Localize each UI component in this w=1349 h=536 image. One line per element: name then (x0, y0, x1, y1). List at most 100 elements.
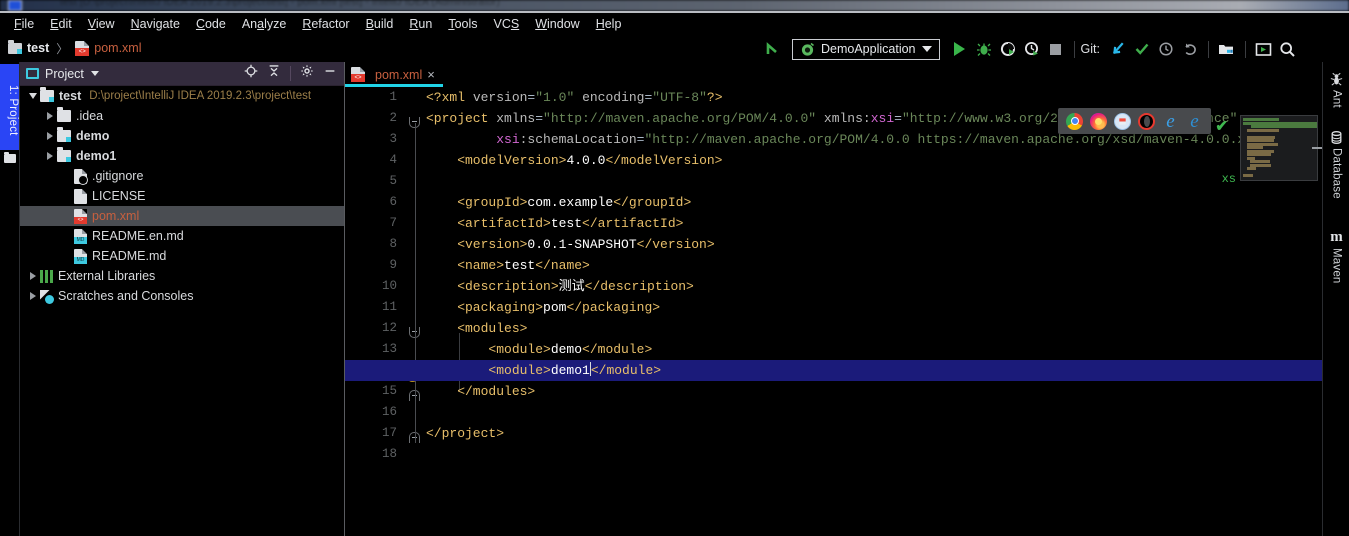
database-icon (1331, 131, 1342, 144)
code-line[interactable]: <packaging>pom</packaging> (426, 297, 660, 318)
editor-tab-pom-xml[interactable]: pom.xml × (345, 62, 443, 87)
internet-explorer-icon[interactable]: e (1162, 112, 1179, 131)
menu-item-view[interactable]: View (80, 16, 123, 32)
tree-item--gitignore[interactable]: .gitignore (20, 166, 345, 186)
menu-item-file[interactable]: File (6, 16, 42, 32)
fold-line (415, 123, 416, 443)
expand-arrow-icon[interactable] (43, 152, 57, 160)
code-line[interactable]: <?xml version="1.0" encoding="UTF-8"?> (426, 87, 723, 108)
collapse-all-icon[interactable] (267, 64, 281, 83)
tree-item-demo1[interactable]: demo1 (20, 146, 345, 166)
undo-arrow-icon (1185, 43, 1196, 55)
menu-item-vcs[interactable]: VCS (486, 16, 528, 32)
code-line[interactable]: <version>0.0.1-SNAPSHOT</version> (426, 234, 714, 255)
menu-item-refactor[interactable]: Refactor (294, 16, 357, 32)
debug-button[interactable] (972, 37, 996, 61)
git-update-button[interactable] (1106, 37, 1130, 61)
code-line[interactable]: <modules> (426, 318, 527, 339)
expand-arrow-icon[interactable] (43, 132, 57, 140)
code-line[interactable]: <module>demo1</module> (345, 360, 1322, 381)
menu-item-run[interactable]: Run (401, 16, 440, 32)
tree-item-test[interactable]: test D:\project\IntelliJ IDEA 2019.2.3\pr… (20, 86, 345, 106)
tree-item-readme-md[interactable]: README.md (20, 246, 345, 266)
code-line[interactable]: <description>测试</description> (426, 276, 694, 297)
menu-item-code[interactable]: Code (188, 16, 234, 32)
tree-item-external-libraries[interactable]: External Libraries (20, 266, 345, 286)
code-token: pom (543, 300, 567, 315)
project-structure-button[interactable] (1215, 37, 1239, 61)
code-token: <groupId> (426, 195, 528, 210)
menu-item-navigate[interactable]: Navigate (123, 16, 188, 32)
editor-area: pom.xml × 123456789101112131415161718 <?… (345, 62, 1322, 536)
sidebar-tab-project-label: 1: Project (7, 84, 19, 136)
run-configuration-selector[interactable]: DemoApplication (792, 38, 940, 60)
tree-item-label: .idea (76, 109, 104, 123)
run-config-button[interactable] (1252, 37, 1276, 61)
open-in-browser-popup[interactable]: e e (1058, 108, 1211, 134)
tree-item-demo[interactable]: demo (20, 126, 345, 146)
firefox-icon[interactable] (1090, 112, 1107, 130)
breadcrumb-project[interactable]: test (8, 39, 49, 55)
tree-item--idea[interactable]: .idea (20, 106, 345, 126)
code-line[interactable]: </project> (426, 423, 504, 444)
tree-item-pom-xml[interactable]: pom.xml (20, 206, 345, 226)
expand-arrow-icon[interactable] (26, 292, 40, 300)
expand-arrow-icon[interactable] (26, 272, 40, 280)
code-token: = (894, 111, 902, 126)
code-line[interactable]: <groupId>com.example</groupId> (426, 192, 691, 213)
menu-item-build[interactable]: Build (358, 16, 402, 32)
safari-icon[interactable] (1114, 112, 1131, 130)
git-commit-button[interactable] (1130, 37, 1154, 61)
bug-icon (976, 43, 991, 56)
hide-panel-icon[interactable] (323, 64, 337, 83)
code-token: <version> (426, 237, 528, 252)
code-token: </name> (535, 258, 590, 273)
stop-button[interactable] (1044, 37, 1068, 61)
run-button[interactable] (948, 37, 972, 61)
menu-item-tools[interactable]: Tools (440, 16, 485, 32)
code-line[interactable]: </modules> (426, 381, 535, 402)
menu-item-help[interactable]: Help (588, 16, 630, 32)
code-line[interactable]: <artifactId>test</artifactId> (426, 213, 683, 234)
breadcrumb-file[interactable]: pom.xml (75, 40, 141, 56)
sidebar-tab-ant[interactable]: Ant (1323, 72, 1349, 108)
code-line[interactable]: <modelVersion>4.0.0</modelVersion> (426, 150, 722, 171)
run-with-coverage-button[interactable] (996, 37, 1020, 61)
search-everywhere-button[interactable] (1276, 37, 1300, 61)
settings-gear-icon[interactable] (300, 64, 314, 83)
git-history-button[interactable] (1154, 37, 1178, 61)
markdown-file-icon (74, 228, 87, 244)
external-libraries-icon (40, 269, 53, 283)
check-icon (1135, 43, 1149, 55)
sidebar-tab-project[interactable]: 1: Project (0, 64, 19, 150)
sidebar-tab-maven[interactable]: m Maven (1323, 230, 1349, 284)
line-number: 7 (389, 216, 397, 230)
profile-button[interactable] (1020, 37, 1044, 61)
code-line[interactable]: <name>test</name> (426, 255, 590, 276)
project-tree[interactable]: test D:\project\IntelliJ IDEA 2019.2.3\pr… (20, 86, 345, 536)
collapse-arrow-icon[interactable] (26, 93, 40, 99)
tree-item-scratches-and-consoles[interactable]: Scratches and Consoles (20, 286, 345, 306)
sidebar-tab-database[interactable]: Database (1323, 130, 1349, 199)
code-line[interactable]: <module>demo</module> (426, 339, 652, 360)
locate-file-icon[interactable] (244, 64, 258, 83)
expand-arrow-icon[interactable] (43, 112, 57, 120)
edge-icon[interactable]: e (1186, 112, 1203, 131)
code-editor[interactable]: 123456789101112131415161718 <?xml versio… (345, 87, 1322, 536)
module-folder-icon (40, 87, 54, 102)
menu-item-analyze[interactable]: Analyze (234, 16, 294, 32)
code-minimap[interactable] (1240, 115, 1318, 181)
tree-item-readme-en-md[interactable]: README.en.md (20, 226, 345, 246)
menu-item-window[interactable]: Window (527, 16, 587, 32)
chevron-down-icon[interactable] (90, 71, 99, 76)
tree-item-license[interactable]: LICENSE (20, 186, 345, 206)
opera-icon[interactable] (1138, 112, 1155, 130)
menu-item-edit[interactable]: Edit (42, 16, 80, 32)
close-icon[interactable]: × (427, 68, 435, 81)
code-token: <artifactId> (426, 216, 551, 231)
build-arrow-icon[interactable] (760, 37, 784, 61)
spring-boot-icon (801, 42, 814, 56)
chrome-icon[interactable] (1066, 112, 1083, 130)
git-rollback-button[interactable] (1178, 37, 1202, 61)
